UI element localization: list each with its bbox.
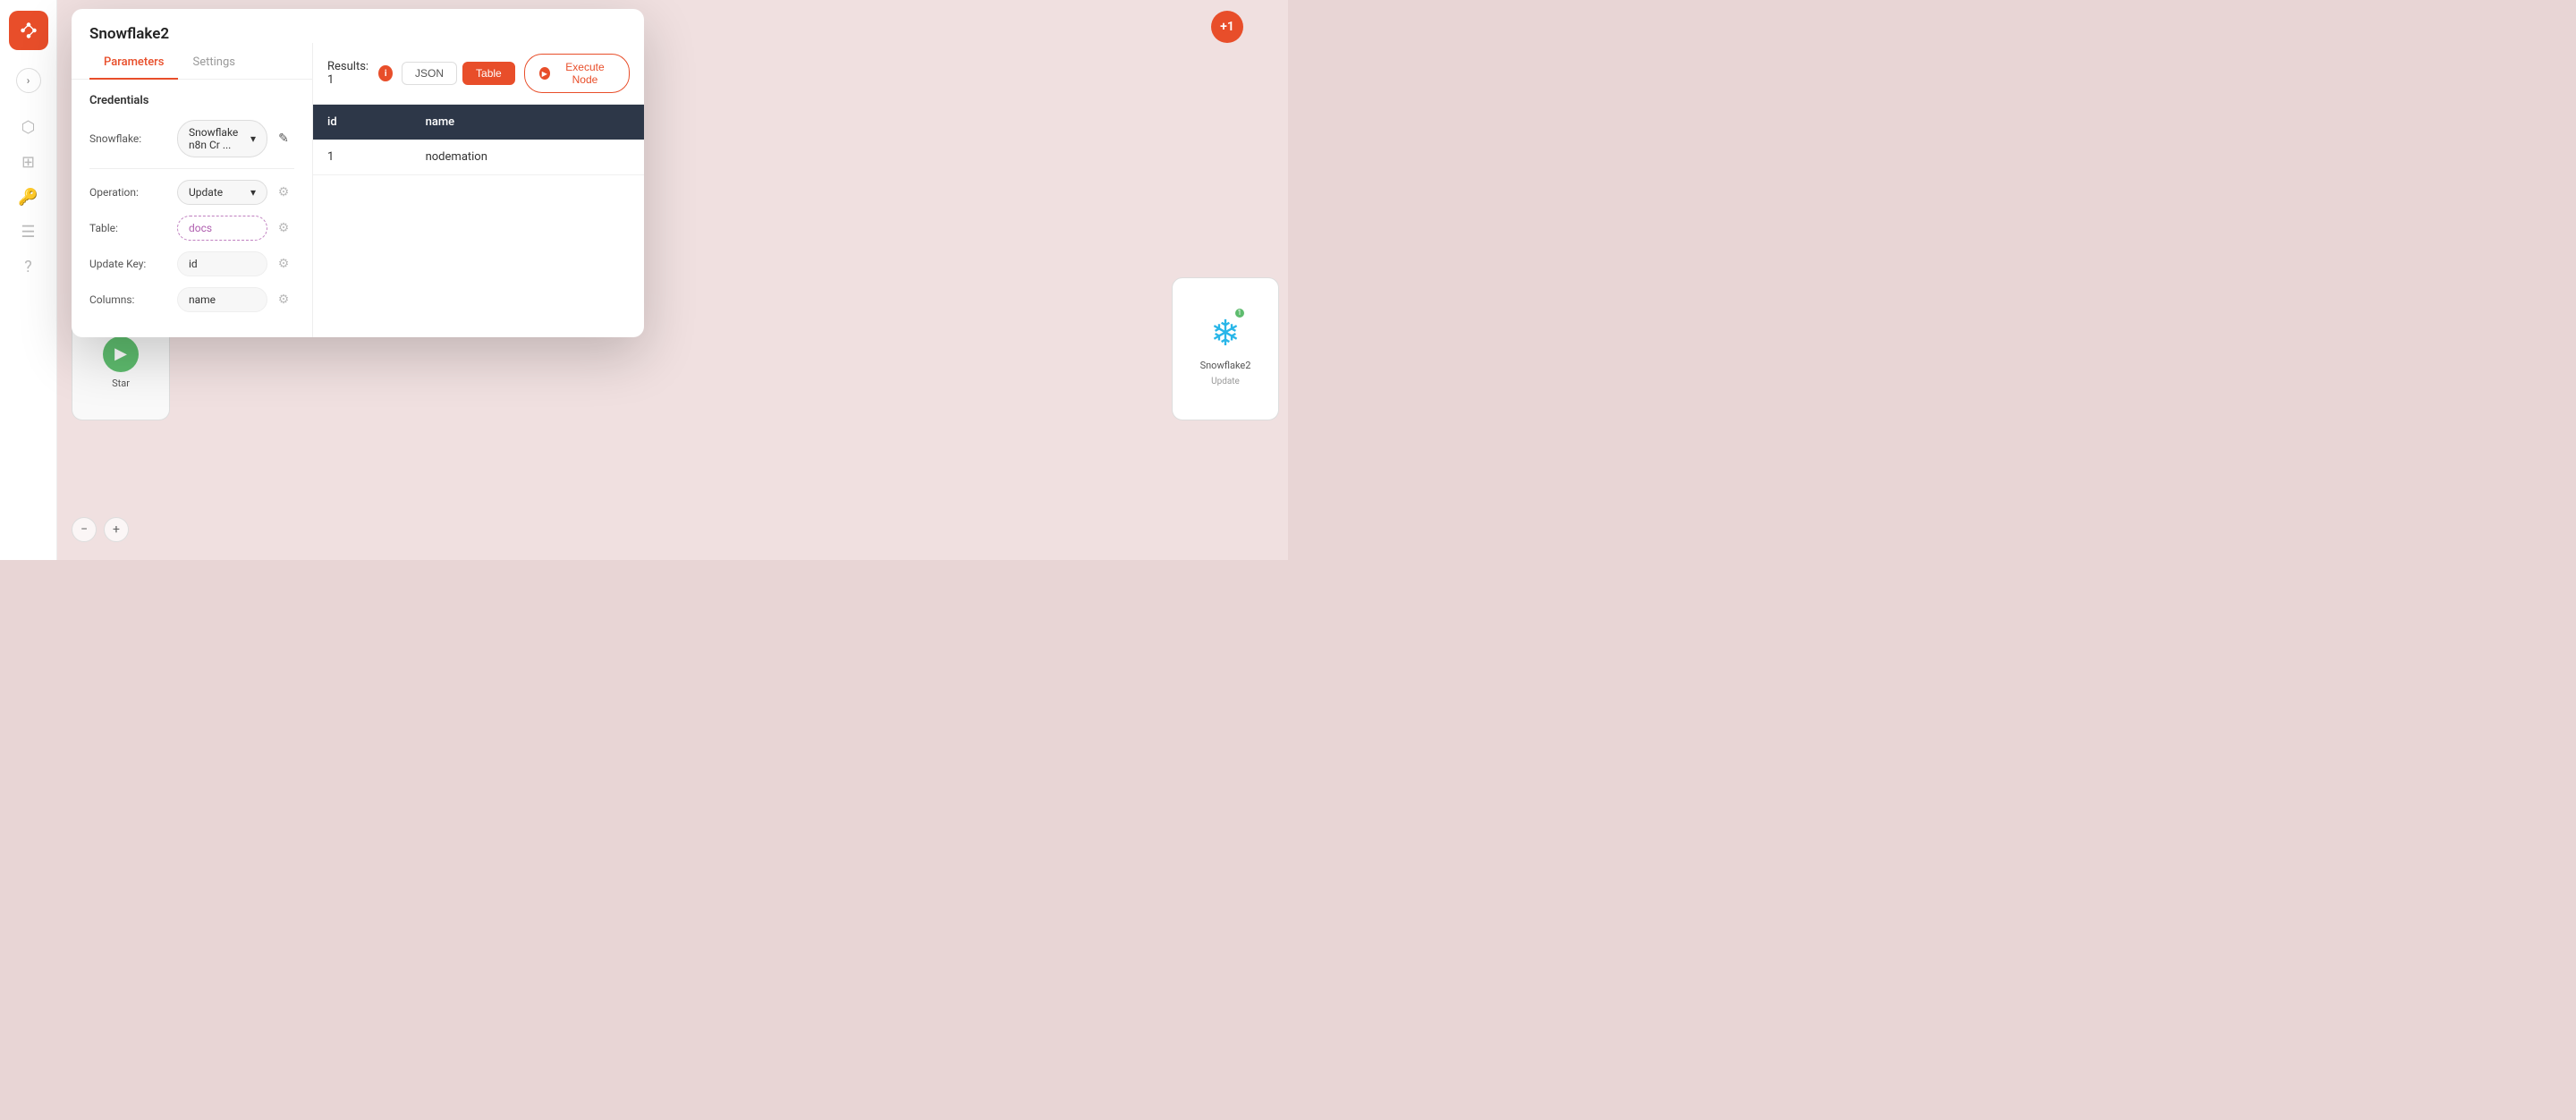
field-row-update-key: Update Key: id ⚙	[89, 251, 294, 276]
columns-input[interactable]: name	[177, 287, 267, 312]
modal-overlay: ✕ Snowflake2 Parameters Settings Credent…	[0, 0, 1288, 560]
tab-settings[interactable]: Settings	[178, 47, 249, 80]
results-count: Results: 1	[327, 60, 371, 87]
chevron-down-icon-2: ▾	[250, 186, 256, 199]
table-row: 1nodemation	[313, 140, 644, 175]
tab-parameters[interactable]: Parameters	[89, 47, 178, 80]
update-key-field-control: id ⚙	[177, 251, 294, 276]
view-toggle: JSON Table	[402, 62, 515, 85]
field-row-snowflake: Snowflake: Snowflake n8n Cr ... ▾ ✎	[89, 120, 294, 157]
execute-play-icon: ▶	[539, 67, 550, 80]
divider-1	[89, 168, 294, 169]
update-key-field-label: Update Key:	[89, 258, 170, 270]
table-gear-button[interactable]: ⚙	[273, 217, 294, 239]
table-field-label: Table:	[89, 222, 170, 234]
json-view-button[interactable]: JSON	[402, 62, 457, 85]
modal-tabs: Parameters Settings	[72, 47, 312, 80]
operation-field-label: Operation:	[89, 186, 170, 199]
table-cell-0: 1	[313, 140, 411, 175]
result-table: id name 1nodemation	[313, 105, 644, 175]
col-name: name	[411, 105, 644, 140]
execute-node-button[interactable]: ▶ Execute Node	[524, 54, 630, 93]
credentials-section-title: Credentials	[89, 94, 294, 107]
field-row-table: Table: docs ⚙	[89, 216, 294, 241]
chevron-down-icon: ▾	[250, 132, 256, 145]
operation-field-control: Update ▾ ⚙	[177, 180, 294, 205]
snowflake-select[interactable]: Snowflake n8n Cr ... ▾	[177, 120, 267, 157]
modal-left-panel: Parameters Settings Credentials Snowflak…	[72, 43, 313, 337]
results-bar: Results: 1 i JSON Table ▶ Execute Node	[313, 43, 644, 105]
modal-right-panel: Results: 1 i JSON Table ▶ Execute Node	[313, 43, 644, 337]
operation-select[interactable]: Update ▾	[177, 180, 267, 205]
columns-field-label: Columns:	[89, 293, 170, 306]
col-id: id	[313, 105, 411, 140]
modal-title: Snowflake2	[72, 9, 644, 43]
table-cell-1: nodemation	[411, 140, 644, 175]
left-panel-content: Credentials Snowflake: Snowflake n8n Cr …	[72, 80, 312, 337]
result-table-container: id name 1nodemation	[313, 105, 644, 337]
snowflake-field-label: Snowflake:	[89, 132, 170, 145]
field-row-columns: Columns: name ⚙	[89, 287, 294, 312]
results-left: Results: 1 i	[327, 60, 393, 87]
info-icon: i	[378, 65, 393, 81]
snowflake-edit-button[interactable]: ✎	[273, 128, 294, 149]
table-view-button[interactable]: Table	[462, 62, 515, 85]
columns-field-control: name ⚙	[177, 287, 294, 312]
update-key-input[interactable]: id	[177, 251, 267, 276]
update-key-gear-button[interactable]: ⚙	[273, 253, 294, 275]
columns-gear-button[interactable]: ⚙	[273, 289, 294, 310]
snowflake-field-control: Snowflake n8n Cr ... ▾ ✎	[177, 120, 294, 157]
modal: ✕ Snowflake2 Parameters Settings Credent…	[72, 9, 644, 337]
table-field-control: docs ⚙	[177, 216, 294, 241]
table-header-row: id name	[313, 105, 644, 140]
field-row-operation: Operation: Update ▾ ⚙	[89, 180, 294, 205]
table-input[interactable]: docs	[177, 216, 267, 241]
operation-gear-button[interactable]: ⚙	[273, 182, 294, 203]
